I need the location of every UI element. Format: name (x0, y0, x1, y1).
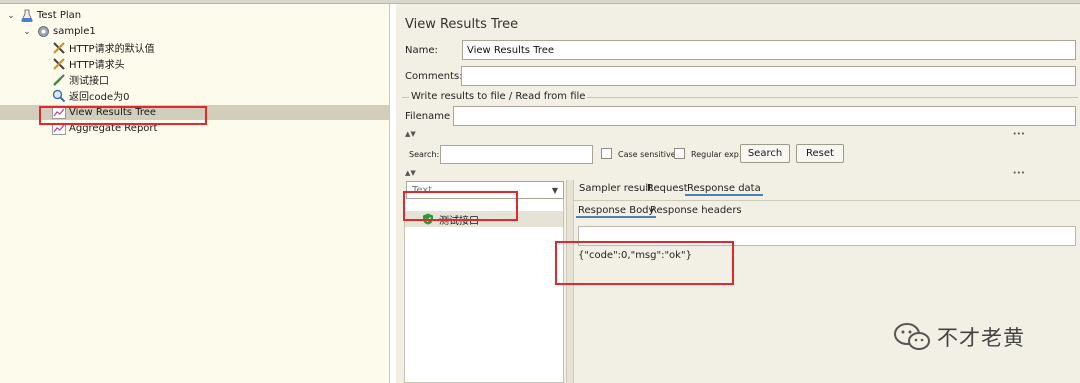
name-label: Name: (405, 45, 438, 56)
flask-icon (20, 9, 34, 23)
watermark-text: 不才老黄 (937, 326, 1025, 350)
graph-icon (52, 122, 66, 136)
tab-separator (574, 200, 1080, 201)
search-input[interactable] (440, 145, 593, 164)
filename-field[interactable] (453, 106, 1076, 126)
tab-request[interactable]: Request (645, 183, 690, 194)
response-search-input[interactable] (578, 226, 1076, 246)
tree-item-http-header[interactable]: HTTP请求头 (52, 56, 125, 71)
tab-sampler-result[interactable]: Sampler result (577, 183, 654, 194)
tab-response-data[interactable]: Response data (685, 183, 763, 196)
test-plan-tree: ⌄ Test Plan ⌄ sample1 HTTP请求的默认值 HTTP请求头… (0, 4, 390, 383)
tree-item-view-results-tree[interactable]: View Results Tree (0, 105, 389, 120)
regex-checkbox[interactable] (674, 148, 685, 159)
tree-node-label: 测试接口 (69, 76, 109, 87)
tree-item-assertion[interactable]: 返回code为0 (52, 88, 129, 103)
wrench-scissors-icon (52, 57, 66, 71)
tree-node-label: HTTP请求头 (69, 60, 125, 71)
tree-node-label: HTTP请求的默认值 (69, 44, 155, 55)
graph-icon (52, 106, 66, 120)
comments-field[interactable] (461, 66, 1076, 86)
tree-item-aggregate-report[interactable]: Aggregate Report (52, 121, 157, 136)
renderer-select[interactable]: Text ▼ (406, 181, 564, 199)
tree-node-label: Test Plan (37, 10, 82, 21)
wrench-scissors-icon (52, 41, 66, 55)
tree-item-http-defaults[interactable]: HTTP请求的默认值 (52, 40, 155, 55)
subtab-response-body[interactable]: Response Body (576, 205, 657, 218)
success-shield-icon (422, 213, 434, 225)
response-body-text: {"code":0,"msg":"ok"} (578, 250, 692, 261)
split-divider[interactable]: ▲▼ ••• (405, 130, 1025, 138)
list-item[interactable]: 测试接口 (405, 211, 563, 227)
tree-node-label: View Results Tree (69, 107, 157, 118)
name-field[interactable]: View Results Tree (462, 40, 1076, 60)
dropdown-arrow-icon: ▼ (551, 186, 558, 195)
file-section-title: Write results to file / Read from file (409, 91, 588, 102)
response-area (574, 242, 1080, 383)
comments-label: Comments: (405, 71, 463, 82)
renderer-value: Text (412, 184, 433, 196)
chevron-down-icon[interactable]: ⌄ (6, 11, 16, 21)
search-label: Search: (409, 150, 440, 159)
tree-node-label: sample1 (53, 26, 96, 37)
tree-node-label: Aggregate Report (69, 123, 158, 134)
magnifier-icon (52, 89, 66, 103)
case-sensitive-label: Case sensitive (618, 150, 676, 159)
reset-button[interactable]: Reset (796, 144, 844, 163)
gear-icon (36, 25, 50, 39)
tree-node-test-plan[interactable]: ⌄ Test Plan (6, 8, 81, 23)
split-divider[interactable]: ▲▼ ••• (405, 169, 1025, 177)
tree-item-test-interface[interactable]: 测试接口 (52, 72, 109, 87)
subtab-response-headers[interactable]: Response headers (648, 205, 744, 216)
tree-node-label: 返回code为0 (69, 92, 130, 103)
results-list: 测试接口 (404, 193, 564, 383)
vertical-splitter[interactable] (566, 180, 574, 383)
pipette-icon (52, 73, 66, 87)
tree-node-thread-group[interactable]: ⌄ sample1 (22, 24, 96, 39)
wechat-icon (894, 323, 930, 350)
regex-label: Regular exp. (691, 150, 742, 159)
chevron-down-icon[interactable]: ⌄ (22, 27, 32, 37)
result-label: 测试接口 (439, 215, 479, 227)
filename-label: Filename (405, 111, 451, 122)
case-sensitive-checkbox[interactable] (601, 148, 612, 159)
search-button[interactable]: Search (740, 144, 790, 163)
panel-title: View Results Tree (405, 17, 519, 32)
watermark: 不才老黄 (893, 322, 1025, 352)
